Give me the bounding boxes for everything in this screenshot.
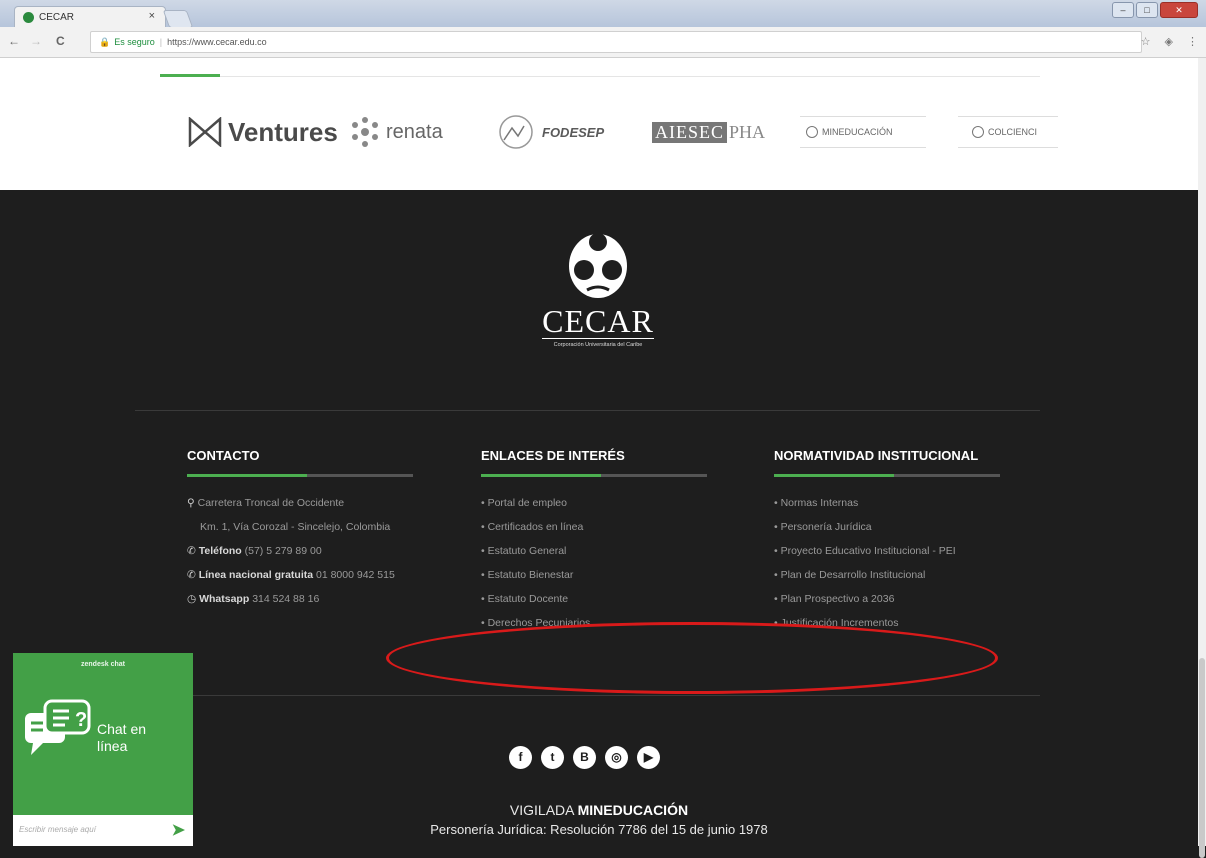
colciencias-seal-icon <box>972 126 984 138</box>
url-text: https://www.cecar.edu.co <box>167 37 267 47</box>
fodesep-label: FODESEP <box>542 124 605 140</box>
fodesep-mark-icon <box>499 115 533 149</box>
partners-strip: Ventures renata FODESEP AIESEC PHA MINEDU… <box>0 58 1206 190</box>
facebook-icon[interactable]: f <box>509 746 532 769</box>
link-personeria-juridica[interactable]: • Personería Jurídica <box>774 515 1000 539</box>
new-tab-button[interactable] <box>162 10 194 28</box>
forward-arrow-icon[interactable]: → <box>30 34 42 48</box>
send-arrow-icon[interactable]: ➤ <box>172 820 185 840</box>
chat-bubble-icon: ? <box>25 699 91 755</box>
contacto-column: CONTACTO ⚲ Carretera Troncal de Occident… <box>187 448 413 611</box>
maximize-button[interactable]: □ <box>1136 2 1158 18</box>
renata-label: renata <box>386 120 443 143</box>
window-controls: – □ ✕ <box>1112 2 1198 18</box>
partners-divider <box>160 76 1040 77</box>
contacto-underline <box>187 474 413 477</box>
link-estatuto-docente[interactable]: • Estatuto Docente <box>481 587 707 611</box>
aiesec-logo[interactable]: AIESEC PHA <box>652 112 765 152</box>
colciencias-logo[interactable]: COLCIENCI <box>958 116 1058 148</box>
minimize-button[interactable]: – <box>1112 2 1134 18</box>
cecar-emblem-icon <box>569 233 627 298</box>
normatividad-column: NORMATIVIDAD INSTITUCIONAL • Normas Inte… <box>774 448 1000 635</box>
address-line-1: ⚲ Carretera Troncal de Occidente <box>187 497 345 509</box>
tab-title: CECAR <box>39 12 75 23</box>
link-plan-desarrollo[interactable]: • Plan de Desarrollo Institucional <box>774 563 1000 587</box>
brand-name: CECAR <box>542 303 654 339</box>
phone-icon: ✆ <box>187 569 199 581</box>
cecar-footer-logo[interactable]: CECAR Corporación Universitaria del Cari… <box>528 228 668 348</box>
red-annotation-ellipse <box>386 622 998 694</box>
brand-subtitle: Corporación Universitaria del Caribe <box>553 342 643 348</box>
browser-toolbar: ← → C 🔒 Es seguro | https://www.cecar.edu.c… <box>0 27 1206 58</box>
reload-icon[interactable]: C <box>56 34 65 48</box>
close-window-button[interactable]: ✕ <box>1160 2 1198 18</box>
link-estatuto-general[interactable]: • Estatuto General <box>481 539 707 563</box>
chat-label: Chat en línea <box>97 721 147 754</box>
address-line-2: Km. 1, Vía Corozal - Sincelejo, Colombia <box>200 521 391 533</box>
browser-titlebar: CECAR × – □ ✕ <box>0 0 1206 28</box>
mineducacion-seal-icon <box>806 126 818 138</box>
link-pei[interactable]: • Proyecto Educativo Institucional - PEI <box>774 539 1000 563</box>
phone-icon: ✆ <box>187 545 199 557</box>
scrollbar-thumb[interactable] <box>1199 658 1205 858</box>
ventures-mark-icon <box>188 117 222 147</box>
lock-icon: 🔒 <box>99 37 111 47</box>
normatividad-title: NORMATIVIDAD INSTITUCIONAL <box>774 448 979 463</box>
bookmark-star-icon[interactable]: ☆ <box>1141 35 1151 48</box>
normatividad-underline <box>774 474 1000 477</box>
ventures-logo[interactable]: Ventures <box>188 112 338 152</box>
link-plan-prospectivo[interactable]: • Plan Prospectivo a 2036 <box>774 587 1000 611</box>
chat-header: zendesk chat <box>81 661 125 668</box>
contacto-title: CONTACTO <box>187 448 260 463</box>
blogger-icon[interactable]: B <box>573 746 596 769</box>
chat-input-row[interactable]: Escribir mensaje aquí ➤ <box>13 815 193 846</box>
chat-widget[interactable]: zendesk chat ? Chat en línea Escribir me… <box>13 653 193 846</box>
footer-divider-top <box>135 410 1040 411</box>
ventures-label: Ventures <box>228 116 338 147</box>
secure-label: Es seguro <box>114 37 155 47</box>
aiesec-suffix: PHA <box>729 121 766 142</box>
fodesep-logo[interactable]: FODESEP <box>498 112 604 152</box>
renata-mark-icon <box>352 117 378 147</box>
phone-line: ✆ Teléfono (57) 5 279 89 00 <box>187 545 322 557</box>
cecar-favicon-icon <box>23 12 34 23</box>
colciencias-label: COLCIENCI <box>988 127 1038 137</box>
location-pin-icon: ⚲ <box>187 497 198 509</box>
back-arrow-icon[interactable]: ← <box>8 34 20 48</box>
enlaces-underline <box>481 474 707 477</box>
extension-icon[interactable]: ◈ <box>1165 35 1173 48</box>
page-scrollbar[interactable] <box>1198 58 1206 858</box>
link-portal-empleo[interactable]: • Portal de empleo <box>481 491 707 515</box>
instagram-icon[interactable]: ◎ <box>605 746 628 769</box>
mineducacion-label: MINEDUCACIÓN <box>822 127 893 137</box>
youtube-icon[interactable]: ▶ <box>637 746 660 769</box>
twitter-icon[interactable]: t <box>541 746 564 769</box>
aiesec-label: AIESEC <box>652 121 727 143</box>
enlaces-title: ENLACES DE INTERÉS <box>481 448 625 463</box>
social-links: f t B ◎ ▶ <box>509 746 660 769</box>
national-line: ✆ Línea nacional gratuita 01 8000 942 51… <box>187 569 395 581</box>
address-bar[interactable]: 🔒 Es seguro | https://www.cecar.edu.co <box>90 31 1142 53</box>
whatsapp-line: ◷ Whatsapp 314 524 88 16 <box>187 593 320 605</box>
renata-logo[interactable]: renata <box>348 112 443 152</box>
link-estatuto-bienestar[interactable]: • Estatuto Bienestar <box>481 563 707 587</box>
browser-tab[interactable]: CECAR × <box>14 6 166 28</box>
mineducacion-logo[interactable]: MINEDUCACIÓN <box>800 116 926 148</box>
link-certificados[interactable]: • Certificados en línea <box>481 515 707 539</box>
partners-accent-line <box>160 74 220 77</box>
whatsapp-icon: ◷ <box>187 593 200 605</box>
footer-divider-bottom <box>135 695 1040 696</box>
chat-message-input[interactable]: Escribir mensaje aquí <box>19 825 96 834</box>
tab-close-icon[interactable]: × <box>149 10 155 22</box>
link-normas-internas[interactable]: • Normas Internas <box>774 491 1000 515</box>
browser-menu-icon[interactable]: ⋮ <box>1187 35 1198 48</box>
enlaces-column: ENLACES DE INTERÉS • Portal de empleo • … <box>481 448 707 635</box>
svg-text:?: ? <box>75 709 87 731</box>
